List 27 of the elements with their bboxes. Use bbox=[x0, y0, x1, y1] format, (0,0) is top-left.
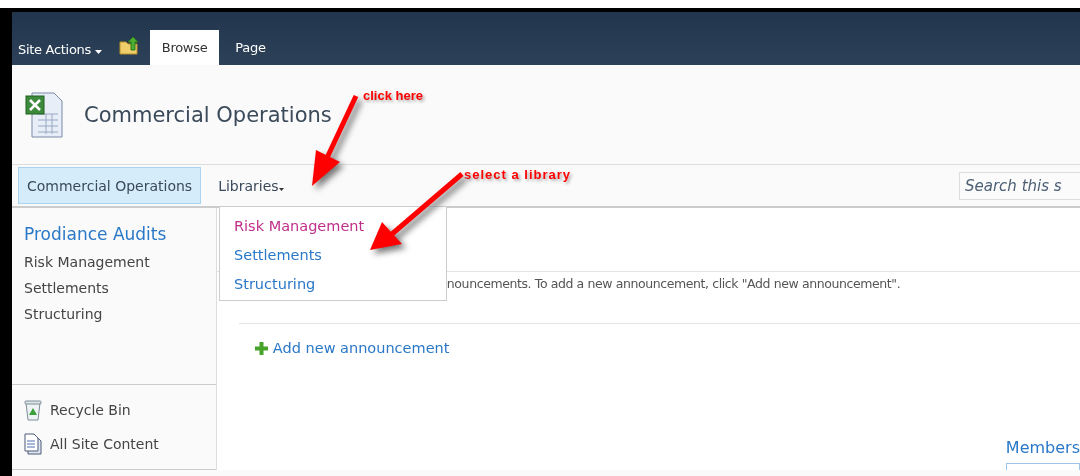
quick-launch-link[interactable]: Structuring bbox=[24, 306, 204, 322]
ribbon-tab[interactable]: Page bbox=[223, 30, 278, 65]
site-actions-menu[interactable]: Site Actions bbox=[16, 33, 104, 65]
add-announcement-link[interactable]: Add new announcement bbox=[272, 340, 450, 356]
site-title: Commercial Operations bbox=[84, 102, 332, 127]
libraries-menu[interactable]: Libraries bbox=[209, 167, 293, 204]
caret-icon bbox=[94, 49, 102, 54]
documents-icon bbox=[24, 433, 42, 455]
folder-up-icon[interactable] bbox=[117, 36, 140, 56]
plus-icon bbox=[254, 341, 268, 355]
search-field[interactable]: Search this s bbox=[959, 171, 1080, 200]
empty-message: nouncements. To add a new announcement, click "Add new announcement". bbox=[446, 276, 901, 291]
annotation-text: click here bbox=[363, 88, 423, 103]
quick-launch-link[interactable]: Recycle Bin bbox=[50, 402, 131, 418]
quick-launch-link[interactable]: Risk Management bbox=[24, 254, 204, 270]
ribbon-tab[interactable]: Browse bbox=[149, 30, 220, 65]
quick-launch-heading[interactable]: Prodiance Audits bbox=[24, 224, 204, 244]
bin-icon bbox=[24, 399, 42, 421]
members-heading: Members bbox=[1005, 438, 1080, 457]
caret-icon bbox=[278, 187, 284, 191]
dropdown-item[interactable]: Structuring bbox=[220, 269, 446, 298]
quick-launch-link[interactable]: Settlements bbox=[24, 280, 204, 296]
annotation-text: select a library bbox=[464, 167, 572, 182]
nav-tab[interactable]: Commercial Operations bbox=[18, 167, 202, 204]
dropdown-item[interactable]: Settlements bbox=[220, 240, 446, 269]
quick-launch-link[interactable]: All Site Content bbox=[50, 436, 159, 452]
dropdown-item[interactable]: Risk Management bbox=[220, 211, 446, 240]
